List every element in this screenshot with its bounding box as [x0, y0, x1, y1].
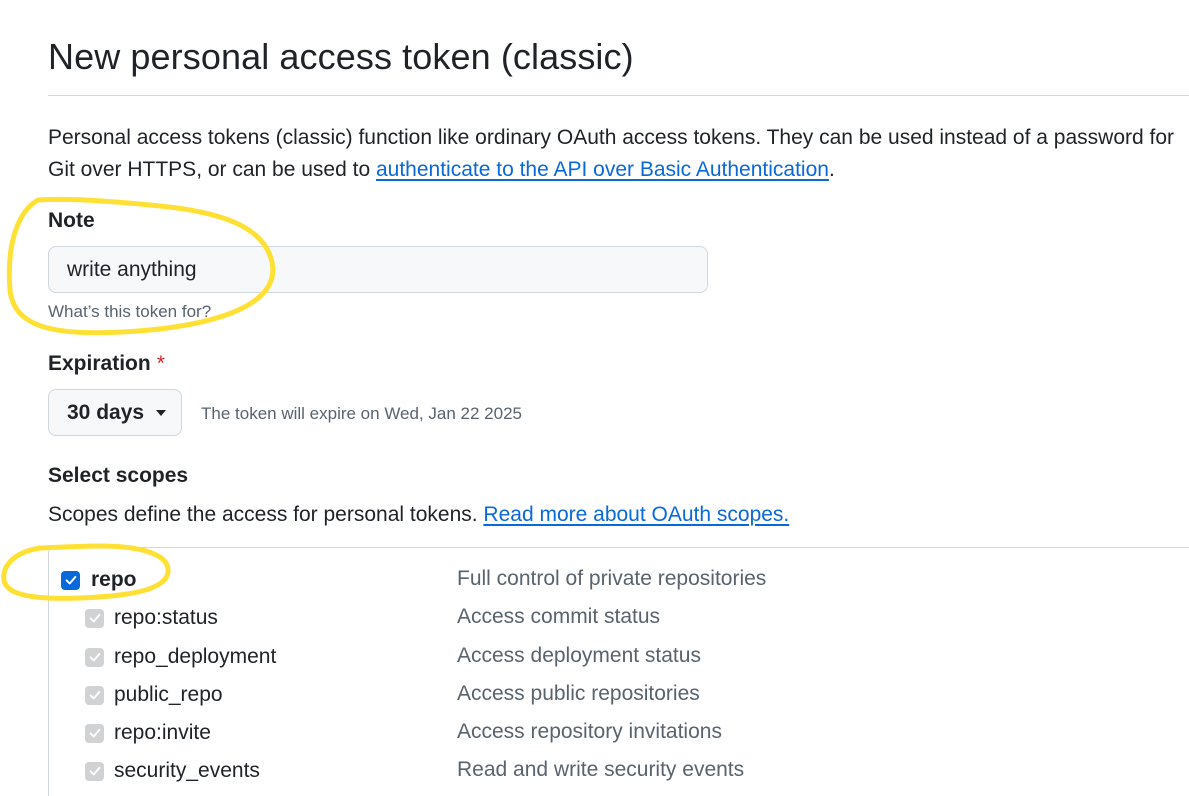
scope-row-repo-status: repo:status [85, 603, 218, 633]
scope-row-repo-invite: repo:invite [85, 718, 211, 748]
caret-down-icon [156, 409, 167, 416]
expiration-label-text: Expiration [48, 352, 151, 375]
note-hint: What’s this token for? [48, 302, 212, 321]
intro-end: . [828, 158, 835, 181]
disabled-checkbox [85, 723, 104, 743]
expiration-label: Expiration * [48, 352, 165, 376]
check-icon [89, 728, 100, 738]
expiration-select[interactable]: 30 days [48, 389, 182, 436]
scope-name: repo [91, 568, 137, 591]
scope-description: Access public repositories [457, 682, 700, 705]
scope-description: Access repository invitations [457, 720, 722, 743]
repo-checkbox[interactable] [61, 570, 80, 590]
scope-name: security_events [114, 759, 260, 782]
disabled-checkbox [85, 685, 104, 705]
scope-description: Access deployment status [457, 644, 701, 667]
scope-name: repo:invite [114, 721, 211, 744]
scope-row-repo-deployment: repo_deployment [85, 642, 276, 672]
expiration-selected-value: 30 days [67, 400, 145, 424]
check-icon [89, 690, 100, 700]
scope-name: repo_deployment [114, 645, 277, 668]
scope-description: Access commit status [457, 605, 661, 628]
scope-row-public-repo: public_repo [85, 680, 223, 710]
disabled-checkbox [85, 608, 104, 628]
scope-description: Read and write security events [457, 758, 745, 781]
disabled-checkbox [85, 761, 104, 781]
check-icon [89, 652, 100, 662]
scope-description: Full control of private repositories [457, 567, 767, 590]
required-mark: * [156, 352, 165, 375]
check-icon [89, 766, 100, 776]
oauth-scopes-link[interactable]: Read more about OAuth scopes. [483, 503, 789, 526]
note-input[interactable] [48, 246, 708, 293]
page-title: New personal access token (classic) [48, 36, 634, 77]
check-icon [89, 613, 100, 623]
scope-row-security-events: security_events [85, 756, 260, 786]
scope-name: repo:status [114, 606, 218, 629]
disabled-checkbox [85, 647, 104, 667]
scope-name: public_repo [114, 683, 223, 706]
expiration-note: The token will expire on Wed, Jan 22 202… [201, 404, 522, 423]
scopes-description: Scopes define the access for personal to… [48, 503, 789, 527]
note-label: Note [48, 209, 95, 232]
basic-auth-link[interactable]: authenticate to the API over Basic Authe… [376, 158, 829, 181]
intro-paragraph: Personal access tokens (classic) functio… [48, 122, 1189, 186]
scopes-label: Select scopes [48, 464, 189, 487]
title-divider [48, 95, 1189, 96]
check-icon [65, 575, 76, 585]
scope-row-repo[interactable]: repo [61, 565, 137, 595]
scopes-description-text: Scopes define the access for personal to… [48, 503, 484, 526]
